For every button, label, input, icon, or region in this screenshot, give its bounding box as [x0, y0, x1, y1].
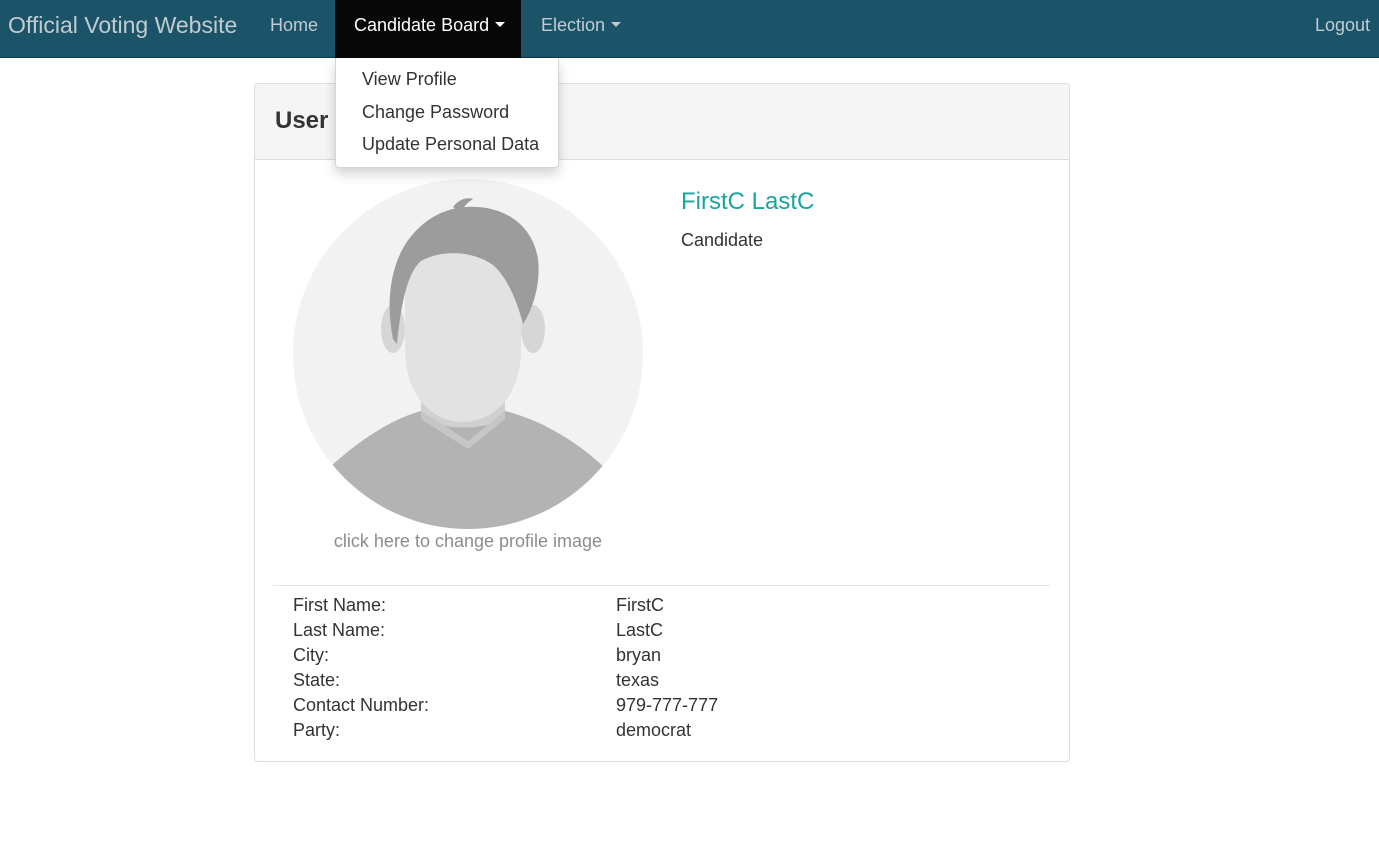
detail-label: State:	[293, 670, 341, 690]
nav-election-label: Election	[541, 15, 606, 35]
brand-link[interactable]: Official Voting Website	[8, 0, 237, 50]
detail-label: First Name:	[293, 595, 387, 615]
candidate-name: FirstC LastC	[681, 188, 815, 215]
caret-down-icon	[495, 21, 506, 27]
detail-label: Party:	[293, 720, 341, 740]
detail-value: democrat	[616, 720, 692, 740]
detail-label: Last Name:	[293, 620, 386, 640]
dropdown-item-update-personal-data[interactable]: Update Personal Data	[362, 133, 539, 155]
detail-value: bryan	[616, 645, 662, 665]
caret-down-icon	[611, 21, 622, 27]
nav-logout[interactable]: Logout	[1315, 0, 1370, 50]
top-navbar: Official Voting Website Home Candidate B…	[0, 0, 1379, 58]
nav-candidate-board-label: Candidate Board	[354, 15, 490, 35]
user-profile-panel: User Profile click here to change profil…	[254, 83, 1070, 762]
detail-row-first-name: First Name: FirstC	[293, 594, 1033, 619]
candidate-role: Candidate	[681, 230, 764, 250]
default-user-avatar-icon	[293, 179, 643, 529]
detail-row-state: State: texas	[293, 669, 1033, 694]
dropdown-item-change-password[interactable]: Change Password	[362, 101, 509, 123]
detail-value: LastC	[616, 620, 664, 640]
detail-label: Contact Number:	[293, 695, 430, 715]
detail-value: FirstC	[616, 595, 664, 615]
change-profile-image-link[interactable]: click here to change profile image	[293, 531, 643, 552]
nav-election[interactable]: Election	[541, 0, 622, 50]
candidate-board-dropdown: View Profile Change Password Update Pers…	[335, 58, 559, 168]
profile-avatar[interactable]	[293, 179, 643, 529]
detail-label: City:	[293, 645, 329, 665]
detail-value: texas	[616, 670, 660, 690]
detail-value: 979-777-777	[616, 695, 719, 715]
nav-home[interactable]: Home	[270, 0, 318, 50]
detail-row-contact-number: Contact Number: 979-777-777	[293, 694, 1033, 719]
detail-row-party: Party: democrat	[293, 719, 1033, 744]
detail-row-last-name: Last Name: LastC	[293, 619, 1033, 644]
dropdown-item-view-profile[interactable]: View Profile	[362, 68, 457, 90]
divider	[273, 585, 1050, 586]
nav-candidate-board[interactable]: Candidate Board	[335, 0, 521, 58]
profile-details: First Name: FirstC Last Name: LastC City…	[293, 594, 1033, 744]
detail-row-city: City: bryan	[293, 644, 1033, 669]
